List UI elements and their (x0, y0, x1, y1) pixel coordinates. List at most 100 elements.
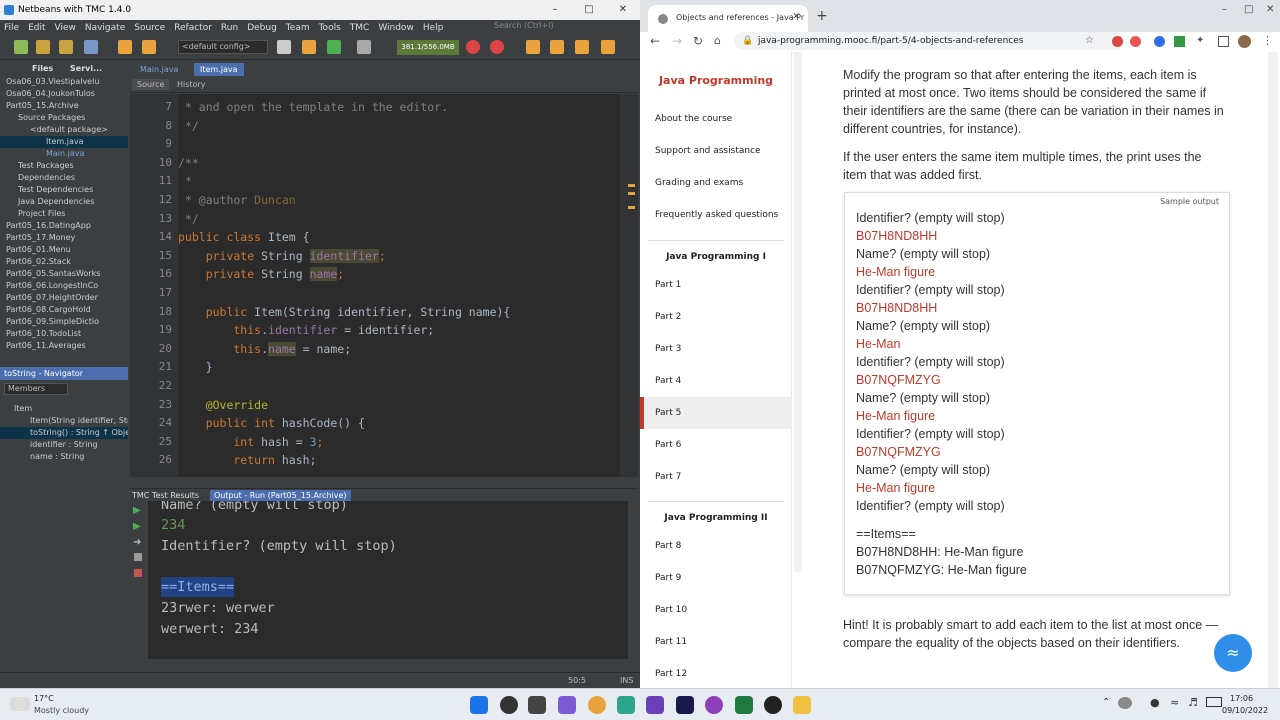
extensions-puzzle-icon[interactable]: ✦ (1196, 35, 1204, 46)
menu-team[interactable]: Team (286, 23, 310, 33)
menu-view[interactable]: View (55, 23, 76, 33)
tree-item[interactable]: Dependencies (0, 172, 128, 184)
menu-tools[interactable]: Tools (319, 23, 341, 33)
browser-maximize-icon[interactable]: □ (1244, 4, 1253, 15)
project-item[interactable]: Part05_15.Archive (0, 100, 128, 112)
history-button[interactable]: History (172, 79, 210, 90)
menu-window[interactable]: Window (378, 23, 414, 33)
code-editor[interactable]: * and open the template in the editor. *… (178, 94, 620, 477)
open-project-icon[interactable] (59, 40, 73, 54)
start-icon[interactable] (470, 696, 488, 714)
tmc-icon[interactable] (466, 40, 480, 54)
project-item[interactable]: Part06_10.TodoList (0, 328, 128, 340)
new-project-icon[interactable] (14, 40, 28, 54)
tmc-update-icon[interactable] (550, 40, 564, 54)
file-item[interactable]: Item.java (0, 136, 128, 148)
clock-time[interactable]: 17:06 (1230, 694, 1253, 703)
pause-icon[interactable] (134, 553, 142, 561)
menu-refactor[interactable]: Refactor (174, 23, 212, 33)
new-tab-icon[interactable]: + (816, 8, 828, 24)
tmc-submit-icon[interactable] (490, 40, 504, 54)
sidebar-part[interactable]: Part 8 (655, 541, 681, 551)
debug-icon[interactable] (357, 40, 371, 54)
app-icon[interactable] (646, 696, 664, 714)
tmc-download-icon[interactable] (526, 40, 540, 54)
output-console[interactable]: Name? (empty will stop) 234 Identifier? … (148, 501, 628, 659)
clean-build-icon[interactable] (302, 40, 316, 54)
tree-item[interactable]: Test Packages (0, 160, 128, 172)
app-icon[interactable] (735, 696, 753, 714)
sidebar-part[interactable]: Part 10 (655, 605, 687, 615)
tab-main-java[interactable]: Main.java (134, 63, 184, 76)
tab-item-java[interactable]: Item.java (194, 63, 244, 76)
config-select[interactable]: <default config> (178, 40, 268, 54)
sidebar-part-active[interactable]: Part 5 (655, 408, 681, 418)
address-bar[interactable]: 🔒 java-programming.mooc.fi/part-5/4-obje… (734, 32, 1124, 50)
navigator-title[interactable]: toString - Navigator (0, 367, 128, 380)
navigator-item[interactable]: toString() : String ↑ Object (0, 427, 128, 439)
menu-run[interactable]: Run (221, 23, 238, 33)
project-item[interactable]: Part06_02.Stack (0, 256, 128, 268)
tree-item[interactable]: Source Packages (0, 112, 128, 124)
chart-icon[interactable]: ≈ (1214, 634, 1252, 672)
sidebar-part[interactable]: Part 2 (655, 312, 681, 322)
project-item[interactable]: Osa06_03.Viestipalvelu (0, 76, 128, 88)
close-tab-icon[interactable]: ✕ (792, 12, 800, 22)
volume-icon[interactable]: ♬ (1188, 696, 1198, 709)
warning-marker-icon[interactable] (628, 206, 635, 209)
menu-debug[interactable]: Debug (247, 23, 277, 33)
browser-minimize-icon[interactable]: – (1222, 4, 1227, 15)
maximize-icon[interactable]: □ (572, 0, 606, 20)
weather-icon[interactable] (10, 697, 30, 711)
menu-help[interactable]: Help (423, 23, 444, 33)
app-icon[interactable] (617, 696, 635, 714)
app-icon[interactable] (705, 696, 723, 714)
tray-chevron-icon[interactable]: ⌃ (1102, 697, 1110, 708)
minimize-icon[interactable]: – (538, 0, 572, 20)
tree-item[interactable]: <default package> (0, 124, 128, 136)
sidebar-part[interactable]: Part 12 (655, 669, 687, 679)
warning-marker-icon[interactable] (628, 184, 635, 187)
project-item[interactable]: Part05_16.DatingApp (0, 220, 128, 232)
tab-output-run[interactable]: Output - Run (Part05_15.Archive) (210, 490, 351, 501)
sidebar-part[interactable]: Part 11 (655, 637, 687, 647)
extension-icon[interactable] (1174, 36, 1185, 47)
tmc-test-icon[interactable] (601, 40, 615, 54)
premiere-icon[interactable] (676, 696, 694, 714)
project-item[interactable]: Part06_01.Menu (0, 244, 128, 256)
page-scrollbar[interactable] (1268, 52, 1278, 688)
chat-icon[interactable] (558, 696, 576, 714)
project-item[interactable]: Part06_07.HeightOrder (0, 292, 128, 304)
sidebar-part[interactable]: Part 9 (655, 573, 681, 583)
navigator-filter-select[interactable]: Members (4, 383, 68, 395)
bookmark-star-icon[interactable]: ☆ (1085, 35, 1094, 46)
back-icon[interactable]: ← (650, 34, 660, 48)
battery-icon[interactable] (1206, 697, 1222, 707)
sidebar-scrollbar[interactable] (794, 52, 802, 572)
memory-indicator[interactable]: 381.1/556.0MB (397, 40, 459, 55)
sidebar-part[interactable]: Part 3 (655, 344, 681, 354)
project-item[interactable]: Osa06_04.JoukonTulos (0, 88, 128, 100)
forward-icon[interactable]: → (672, 34, 682, 48)
extension-icon[interactable] (1130, 36, 1141, 47)
chrome-icon[interactable] (588, 696, 606, 714)
menu-tmc[interactable]: TMC (350, 23, 370, 33)
navigator-item[interactable]: Item (0, 403, 128, 415)
warning-marker-icon[interactable] (628, 192, 635, 195)
search-icon[interactable] (500, 696, 518, 714)
side-panel-icon[interactable] (1218, 36, 1229, 47)
file-explorer-icon[interactable] (793, 696, 811, 714)
rerun-icon[interactable]: ▶ (133, 505, 141, 516)
browser-close-icon[interactable]: ✕ (1266, 4, 1274, 15)
navigator-item[interactable]: identifier : String (0, 439, 128, 451)
project-item[interactable]: Part06_11.Averages (0, 340, 128, 352)
menu-edit[interactable]: Edit (28, 23, 45, 33)
sidebar-link[interactable]: About the course (655, 114, 732, 124)
step-icon[interactable]: ➜ (133, 537, 141, 548)
sidebar-link[interactable]: Frequently asked questions (655, 210, 778, 220)
sidebar-part[interactable]: Part 4 (655, 376, 681, 386)
microphone-icon[interactable]: ● (1150, 696, 1160, 709)
tab-files[interactable]: Files (28, 62, 57, 75)
run-icon[interactable] (327, 40, 341, 54)
sidebar-part[interactable]: Part 7 (655, 472, 681, 482)
